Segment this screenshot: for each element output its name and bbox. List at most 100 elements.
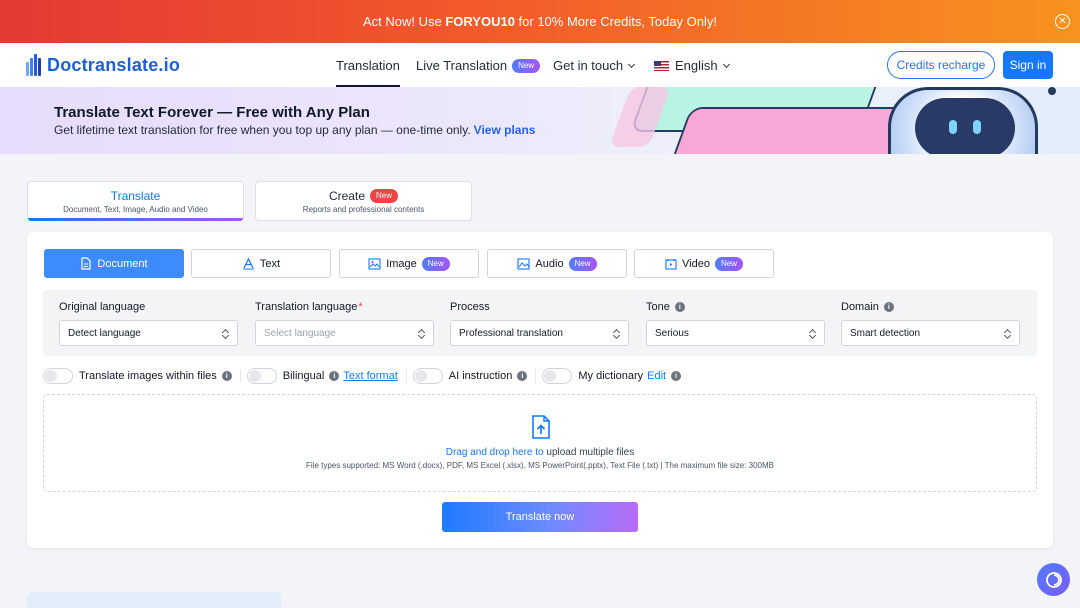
type-tab-text-label: Text	[259, 257, 281, 270]
new-badge: New	[714, 256, 743, 271]
nav-get-in-touch-label: Get in touch	[553, 58, 624, 73]
banner-subtitle-text: Get lifetime text translation for free w…	[54, 123, 471, 137]
video-icon	[665, 258, 677, 270]
process-label: Process	[450, 301, 490, 313]
banner-decoration	[609, 87, 931, 154]
type-tab-audio-label: Audio	[535, 257, 564, 270]
chevron-down-icon	[628, 60, 636, 68]
file-drop-zone[interactable]: Drag and drop here to upload multiple fi…	[43, 394, 1037, 492]
banner-subtitle: Get lifetime text translation for free w…	[54, 123, 535, 137]
type-tab-video[interactable]: Video New	[634, 249, 774, 278]
type-tab-audio[interactable]: Audio New	[487, 249, 627, 278]
us-flag-icon	[654, 60, 669, 71]
domain-value: Smart detection	[850, 327, 921, 339]
promo-bar: Act Now! Use FORYOU10 for 10% More Credi…	[0, 0, 1080, 43]
translate-now-button[interactable]: Translate now	[442, 502, 638, 532]
logo[interactable]: Doctranslate.io	[26, 54, 180, 76]
robot-mascot-icon	[888, 87, 1038, 154]
translation-language-select[interactable]: Select language	[255, 320, 434, 346]
ai-instruction-option: AI instruction i	[412, 368, 528, 384]
tab-translate[interactable]: Translate Document, Text, Image, Audio a…	[27, 181, 244, 221]
bilingual-label: Bilingual	[282, 370, 325, 382]
tone-value: Serious	[655, 327, 689, 339]
process-value: Professional translation	[459, 327, 563, 339]
nav-translation[interactable]: Translation	[336, 58, 400, 87]
logo-icon	[26, 54, 44, 76]
tab-create[interactable]: Create New Reports and professional conte…	[255, 181, 472, 221]
original-language-value: Detect language	[68, 327, 141, 339]
type-tab-document-label: Document	[97, 257, 148, 270]
sign-in-button[interactable]: Sign in	[1003, 51, 1053, 79]
file-types-info: File types supported: MS Word (.docx), P…	[306, 461, 774, 470]
tab-create-title: Create	[328, 189, 365, 203]
ai-instruction-toggle[interactable]	[412, 368, 443, 384]
nav-translation-label: Translation	[336, 58, 400, 73]
info-icon[interactable]: i	[517, 371, 528, 381]
info-icon[interactable]: i	[329, 371, 340, 381]
chevron-updown-icon	[614, 329, 620, 339]
upload-multiple-text: upload multiple files	[543, 447, 635, 458]
type-tab-video-label: Video	[682, 257, 710, 270]
bottom-card-peek	[27, 592, 281, 608]
original-language-select[interactable]: Detect language	[59, 320, 238, 346]
language-label: English	[675, 58, 718, 73]
process-label-text: Process	[450, 301, 490, 313]
tone-label-text: Tone	[646, 301, 670, 313]
image-icon	[368, 257, 381, 270]
translation-language-label-text: Translation language	[255, 301, 358, 313]
credits-recharge-button[interactable]: Credits recharge	[887, 51, 995, 79]
info-icon[interactable]: i	[671, 371, 682, 381]
ai-instruction-label: AI instruction	[448, 370, 513, 382]
nav-live-translation[interactable]: Live Translation New	[416, 58, 541, 73]
bilingual-toggle[interactable]	[246, 368, 277, 384]
text-format-link[interactable]: Text format	[343, 370, 397, 382]
text-icon	[242, 257, 254, 270]
domain-select[interactable]: Smart detection	[841, 320, 1020, 346]
divider	[239, 369, 241, 383]
translate-images-option: Translate images within files i	[43, 368, 232, 384]
promo-code: FORYOU10	[445, 14, 515, 29]
language-selector[interactable]: English	[654, 58, 730, 73]
nav-get-in-touch[interactable]: Get in touch	[553, 58, 636, 73]
divider	[535, 369, 537, 383]
type-tab-text[interactable]: Text	[191, 249, 331, 278]
tab-create-subtitle: Reports and professional contents	[302, 205, 425, 214]
view-plans-link[interactable]: View plans	[474, 123, 536, 137]
chat-support-button[interactable]	[1037, 563, 1070, 596]
type-tab-image-label: Image	[386, 257, 417, 270]
info-icon[interactable]: i	[674, 302, 685, 312]
my-dictionary-label: My dictionary	[578, 370, 644, 382]
promo-prefix: Act Now! Use	[362, 14, 446, 29]
bilingual-option: Bilingual i Text format	[246, 368, 398, 384]
type-tab-image[interactable]: Image New	[339, 249, 479, 278]
toggle-row: Translate images within files i Bilingua…	[43, 367, 682, 385]
my-dictionary-option: My dictionary Edit i	[542, 368, 682, 384]
tab-translate-title: Translate	[110, 189, 161, 203]
chevron-updown-icon	[419, 329, 425, 339]
top-navigation: Doctranslate.io Translation Live Transla…	[0, 43, 1080, 87]
promo-suffix: for 10% More Credits, Today Only!	[514, 14, 718, 29]
type-tab-document[interactable]: Document	[44, 249, 184, 278]
info-icon[interactable]: i	[883, 302, 894, 312]
process-select[interactable]: Professional translation	[450, 320, 629, 346]
my-dictionary-toggle[interactable]	[542, 368, 573, 384]
edit-dictionary-link[interactable]: Edit	[647, 370, 666, 382]
tab-translate-subtitle: Document, Text, Image, Audio and Video	[63, 205, 208, 214]
banner-title: Translate Text Forever — Free with Any P…	[54, 104, 370, 121]
info-icon[interactable]: i	[221, 371, 232, 381]
drop-instruction: Drag and drop here to upload multiple fi…	[44, 447, 1036, 458]
chevron-updown-icon	[223, 329, 229, 339]
drag-drop-link[interactable]: Drag and drop here to	[446, 447, 544, 458]
domain-label-text: Domain	[841, 301, 879, 313]
translation-language-placeholder: Select language	[264, 327, 336, 339]
upload-file-icon	[532, 415, 550, 439]
logo-text: Doctranslate.io	[47, 54, 181, 75]
translate-images-toggle[interactable]	[43, 368, 73, 384]
tone-label: Tone i	[646, 301, 685, 313]
nav-live-translation-label: Live Translation	[416, 58, 508, 73]
tone-select[interactable]: Serious	[646, 320, 825, 346]
translate-images-label: Translate images within files	[79, 370, 217, 382]
close-icon[interactable]: ✕	[1055, 14, 1070, 29]
divider	[405, 369, 407, 383]
chevron-updown-icon	[1005, 329, 1011, 339]
